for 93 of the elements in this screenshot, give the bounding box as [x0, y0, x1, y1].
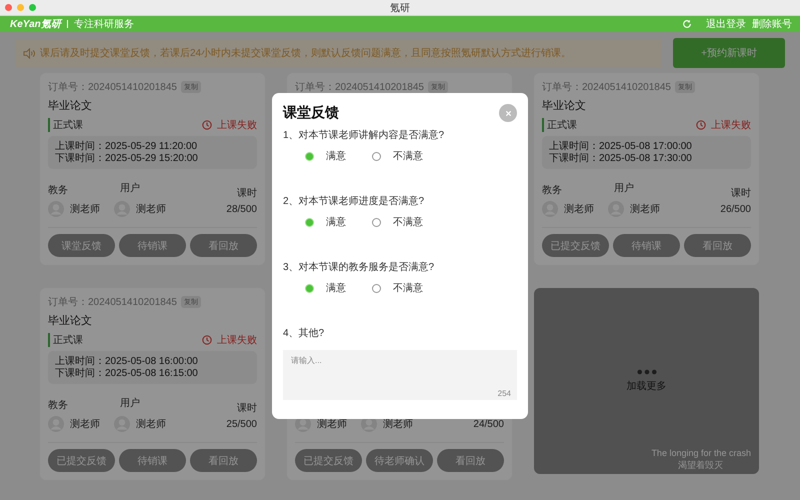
order-number: 订单号：2024051410201845 — [542, 80, 671, 94]
card-button[interactable]: 已提交反馈 — [48, 449, 115, 472]
close-icon — [504, 110, 512, 116]
dots-icon — [636, 369, 656, 375]
hours-count: 28/500 — [226, 204, 257, 215]
start-time: 上课时间：2025-05-29 11:20:00 — [55, 140, 198, 152]
card-button[interactable]: 看回放 — [190, 449, 257, 472]
staff-label: 教务 — [542, 184, 562, 198]
hours-count: 24/500 — [473, 418, 504, 430]
radio-unselected[interactable] — [372, 152, 381, 160]
nav-link[interactable]: 删除账号 — [752, 17, 792, 31]
radio-option[interactable]: 满意 — [305, 281, 346, 295]
close-window-button[interactable] — [5, 4, 12, 11]
status-text: 上课失败 — [711, 118, 751, 132]
card-button[interactable]: 看回放 — [437, 449, 504, 472]
status-text: 上课失败 — [217, 118, 257, 132]
card-button[interactable]: 待销课 — [119, 234, 186, 258]
radio-unselected[interactable] — [372, 218, 381, 226]
start-time: 上课时间：2025-05-08 17:00:00 — [549, 140, 693, 152]
app-logo: KeYan氪研 — [10, 18, 61, 31]
minimize-window-button[interactable] — [17, 4, 24, 11]
clock-icon — [202, 334, 212, 345]
new-lesson-button[interactable]: +预约新课时 — [673, 38, 785, 68]
staff-name: 测老师 — [317, 418, 347, 432]
question-text: 2、对本节课老师进度是否满意? — [283, 195, 426, 209]
question-text: 1、对本节课老师讲解内容是否满意? — [283, 129, 446, 143]
card-button[interactable]: 已提交反馈 — [295, 449, 362, 472]
user-name: 测老师 — [136, 202, 166, 216]
caption-text: The longing for the crash — [651, 448, 751, 458]
clock-icon — [202, 120, 212, 130]
user-name: 测老师 — [630, 202, 660, 216]
end-time: 下课时间：2025-05-29 15:20:00 — [55, 152, 199, 165]
end-time: 下课时间：2025-05-08 16:15:00 — [55, 368, 199, 380]
radio-option[interactable]: 不满意 — [372, 215, 423, 229]
radio-option[interactable]: 满意 — [305, 149, 346, 163]
close-button[interactable] — [499, 104, 517, 122]
start-time: 上课时间：2025-05-08 16:00:00 — [55, 356, 199, 368]
question-text: 4、其他? — [283, 327, 326, 341]
end-time: 下课时间：2025-05-08 17:30:00 — [549, 152, 693, 165]
staff-name: 测老师 — [70, 202, 100, 216]
course-type: 正式课 — [542, 118, 696, 132]
caption-text: 渴望着毁灭 — [678, 459, 723, 472]
hours-label: 课时 — [731, 186, 751, 200]
order-number: 订单号：2024051410201845 — [295, 80, 424, 94]
question-text: 3、对本节课的教务服务是否满意? — [283, 261, 436, 275]
course-type: 正式课 — [48, 118, 202, 132]
window-title: 氪研 — [390, 2, 410, 14]
hours-label: 课时 — [237, 402, 257, 416]
notice-text: 课后请及时提交课堂反馈，若课后24小时内未提交课堂反馈，则默认反馈问题满意，且同意按照氪研默认方式进行销课。 — [40, 46, 572, 60]
card-button[interactable]: 待老师确认 — [366, 449, 433, 472]
card-button[interactable]: 课堂反馈 — [48, 234, 115, 258]
staff-name: 测老师 — [564, 202, 594, 216]
load-more-card[interactable]: 加载更多 The longing for the crash 渴望着毁灭 — [534, 288, 759, 474]
character-counter: 254 — [498, 389, 511, 398]
staff-label: 教务 — [48, 399, 68, 412]
user-label: 用户 — [120, 396, 140, 410]
speaker-icon — [23, 48, 36, 58]
user-label: 用户 — [614, 182, 634, 196]
user-name: 测老师 — [383, 418, 413, 432]
card-button[interactable]: 看回放 — [684, 234, 751, 258]
hours-label: 课时 — [237, 186, 257, 200]
radio-option[interactable]: 不满意 — [372, 149, 423, 163]
user-name: 测老师 — [136, 418, 166, 432]
staff-name: 测老师 — [70, 418, 100, 432]
radio-unselected[interactable] — [372, 284, 381, 292]
hours-count: 26/500 — [720, 204, 751, 215]
hours-count: 25/500 — [226, 418, 257, 430]
clock-icon — [696, 120, 706, 130]
card-button[interactable]: 已提交反馈 — [542, 234, 609, 258]
card-button[interactable]: 待销课 — [613, 234, 680, 258]
course-title: 毕业论文 — [48, 314, 92, 328]
radio-option[interactable]: 满意 — [305, 215, 346, 229]
course-type: 正式课 — [48, 332, 202, 347]
order-number: 订单号：2024051410201845 — [48, 296, 177, 309]
app-tagline: 专注科研服务 — [74, 18, 134, 31]
maximize-window-button[interactable] — [29, 4, 36, 11]
refresh-icon[interactable] — [682, 19, 692, 29]
load-more-label: 加载更多 — [626, 380, 666, 393]
dialog-title: 课堂反馈 — [283, 104, 339, 122]
staff-label: 教务 — [48, 184, 68, 198]
status-text: 上课失败 — [217, 334, 257, 347]
radio-selected[interactable] — [305, 284, 314, 292]
radio-selected[interactable] — [305, 152, 314, 160]
radio-selected[interactable] — [305, 218, 314, 226]
card-button[interactable]: 看回放 — [190, 234, 257, 258]
nav-link[interactable]: 退出登录 — [706, 17, 746, 31]
comment-field[interactable]: 请输入... 254 — [283, 350, 517, 400]
course-title: 毕业论文 — [48, 98, 92, 114]
card-button[interactable]: 待销课 — [119, 449, 186, 472]
order-number: 订单号：2024051410201845 — [48, 80, 177, 94]
user-label: 用户 — [120, 182, 140, 196]
course-title: 毕业论文 — [542, 98, 586, 114]
radio-option[interactable]: 不满意 — [372, 281, 423, 295]
